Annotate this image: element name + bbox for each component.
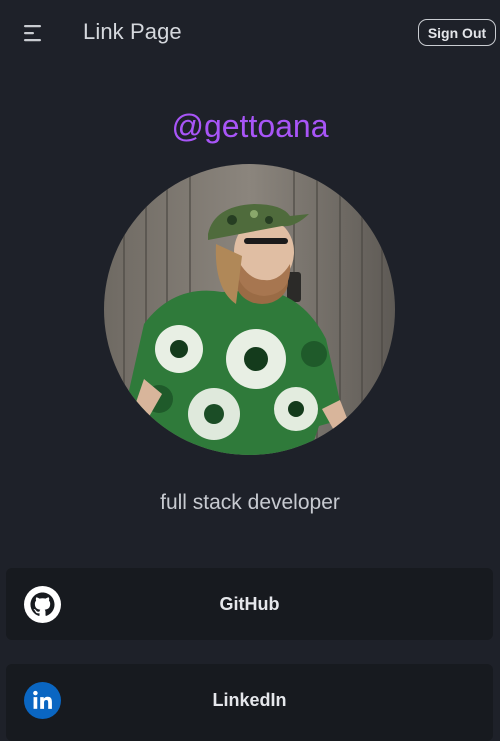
menu-icon [24, 25, 41, 42]
link-card-linkedin[interactable]: LinkedIn [6, 664, 493, 741]
profile-avatar [104, 164, 395, 455]
profile-bio: full stack developer [160, 491, 340, 514]
profile-username: @gettoana [171, 108, 329, 144]
link-label-linkedin: LinkedIn [212, 690, 287, 710]
avatar-photo [104, 164, 395, 455]
sign-out-button[interactable]: Sign Out [418, 19, 496, 46]
link-label-github: GitHub [219, 594, 280, 614]
link-card-github[interactable]: GitHub [6, 568, 493, 640]
menu-button[interactable] [22, 22, 44, 44]
app-title: Link Page [83, 19, 182, 44]
top-bar: Link Page Sign Out [0, 0, 500, 66]
